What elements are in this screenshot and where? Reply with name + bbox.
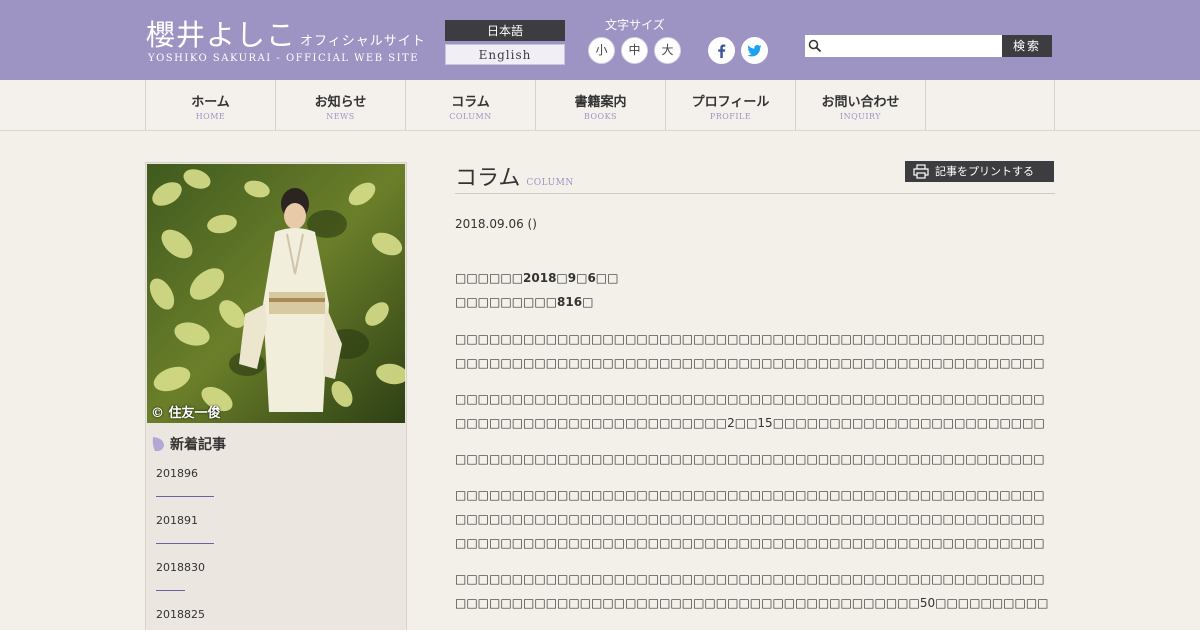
- search-icon: [808, 39, 822, 53]
- nav-label: お問い合わせ: [821, 95, 900, 110]
- nav-divider: [1054, 80, 1055, 130]
- nav-sublabel: HOME: [195, 112, 226, 121]
- print-article-button[interactable]: 記事をプリントする: [905, 161, 1054, 182]
- logo-subtitle: YOSHIKO SAKURAI - OFFICIAL WEB SITE: [148, 53, 419, 64]
- news-item[interactable]: 2018825: [156, 608, 205, 621]
- recent-articles-title: 新着記事: [170, 437, 226, 453]
- main-navigation: ホーム HOME お知らせ NEWS コラム COLUMN 書籍案内 BOOKS…: [0, 80, 1200, 131]
- nav-item-home[interactable]: ホーム HOME: [145, 80, 275, 130]
- nav-item-inquiry[interactable]: お問い合わせ INQUIRY: [795, 80, 925, 130]
- nav-label: ホーム: [191, 95, 230, 110]
- nav-label: 書籍案内: [574, 95, 627, 110]
- photo-credit: © 住友一俊: [151, 406, 221, 421]
- nav-sublabel: COLUMN: [449, 112, 492, 121]
- language-japanese-button[interactable]: 日本語: [445, 20, 565, 41]
- article-paragraph: □□□□□□□□□□□□□□□□□□□□□□□□□□□□□□□□□□□□□□□□…: [455, 392, 1045, 430]
- title-divider: [455, 193, 1055, 194]
- news-link-underline[interactable]: [156, 496, 214, 497]
- article-meta-line: □□□□□□□□□816□: [455, 295, 594, 309]
- logo-suffix: オフィシャルサイト: [300, 34, 426, 49]
- article-date: 2018.09.06 (): [455, 217, 537, 231]
- nav-item-news[interactable]: お知らせ NEWS: [275, 80, 405, 130]
- site-logo[interactable]: 櫻井よしこ オフィシャルサイト: [146, 12, 426, 54]
- article-paragraph: □□□□□□□□□□□□□□□□□□□□□□□□□□□□□□□□□□□□□□□□…: [455, 452, 1045, 466]
- print-button-label: 記事をプリントする: [935, 165, 1034, 178]
- recent-articles-heading: 新着記事: [150, 434, 226, 454]
- nav-item-profile[interactable]: プロフィール PROFILE: [665, 80, 795, 130]
- news-item[interactable]: 201896: [156, 467, 198, 480]
- article-meta-date: 2018□9□6□□: [523, 271, 619, 285]
- font-size-small-button[interactable]: 小: [588, 37, 615, 64]
- language-english-button[interactable]: English: [445, 44, 565, 65]
- article-meta-issue: 816: [557, 295, 583, 309]
- profile-photo: © 住友一俊: [147, 164, 405, 423]
- nav-sublabel: NEWS: [326, 112, 355, 121]
- sidebar: © 住友一俊 新着記事 201896 201891 2018830 201882…: [145, 162, 407, 630]
- nav-item-books[interactable]: 書籍案内 BOOKS: [535, 80, 665, 130]
- article-meta-line: □□□□□□2018□9□6□□: [455, 271, 619, 285]
- nav-sublabel: INQUIRY: [839, 112, 882, 121]
- font-size-label: 文字サイズ: [605, 18, 665, 32]
- logo-name: 櫻井よしこ: [146, 18, 297, 52]
- font-size-medium-button[interactable]: 中: [621, 37, 648, 64]
- page-title: コラム COLUMN: [455, 160, 574, 192]
- news-item[interactable]: 201891: [156, 514, 198, 527]
- nav-item-empty: [925, 80, 1055, 130]
- nav-label: お知らせ: [314, 95, 367, 110]
- nav-label: プロフィール: [691, 95, 770, 110]
- article-paragraph: □□□□□□□□□□□□□□□□□□□□□□□□□□□□□□□□□□□□□□□□…: [455, 488, 1045, 550]
- font-size-large-button[interactable]: 大: [654, 37, 681, 64]
- nav-sublabel: PROFILE: [709, 112, 752, 121]
- search-button[interactable]: 検索: [1002, 35, 1052, 57]
- twitter-icon[interactable]: [741, 37, 768, 64]
- article-paragraph: □□□□□□□□□□□□□□□□□□□□□□□□□□□□□□□□□□□□□□□□…: [455, 572, 1049, 610]
- search-input[interactable]: [825, 36, 1000, 56]
- nav-sublabel: BOOKS: [583, 112, 618, 121]
- printer-icon: [913, 164, 929, 179]
- news-link-underline[interactable]: [156, 590, 185, 591]
- leaf-icon: [152, 437, 164, 452]
- news-item[interactable]: 2018830: [156, 561, 205, 574]
- nav-item-column[interactable]: コラム COLUMN: [405, 80, 535, 130]
- article-paragraph: □□□□□□□□□□□□□□□□□□□□□□□□□□□□□□□□□□□□□□□□…: [455, 332, 1045, 370]
- page-title-text: コラム: [455, 166, 521, 191]
- nav-label: コラム: [451, 95, 490, 110]
- facebook-icon[interactable]: [708, 37, 735, 64]
- page-title-en: COLUMN: [526, 178, 574, 188]
- news-link-underline[interactable]: [156, 543, 214, 544]
- site-header: 櫻井よしこ オフィシャルサイト YOSHIKO SAKURAI - OFFICIA…: [0, 0, 1200, 80]
